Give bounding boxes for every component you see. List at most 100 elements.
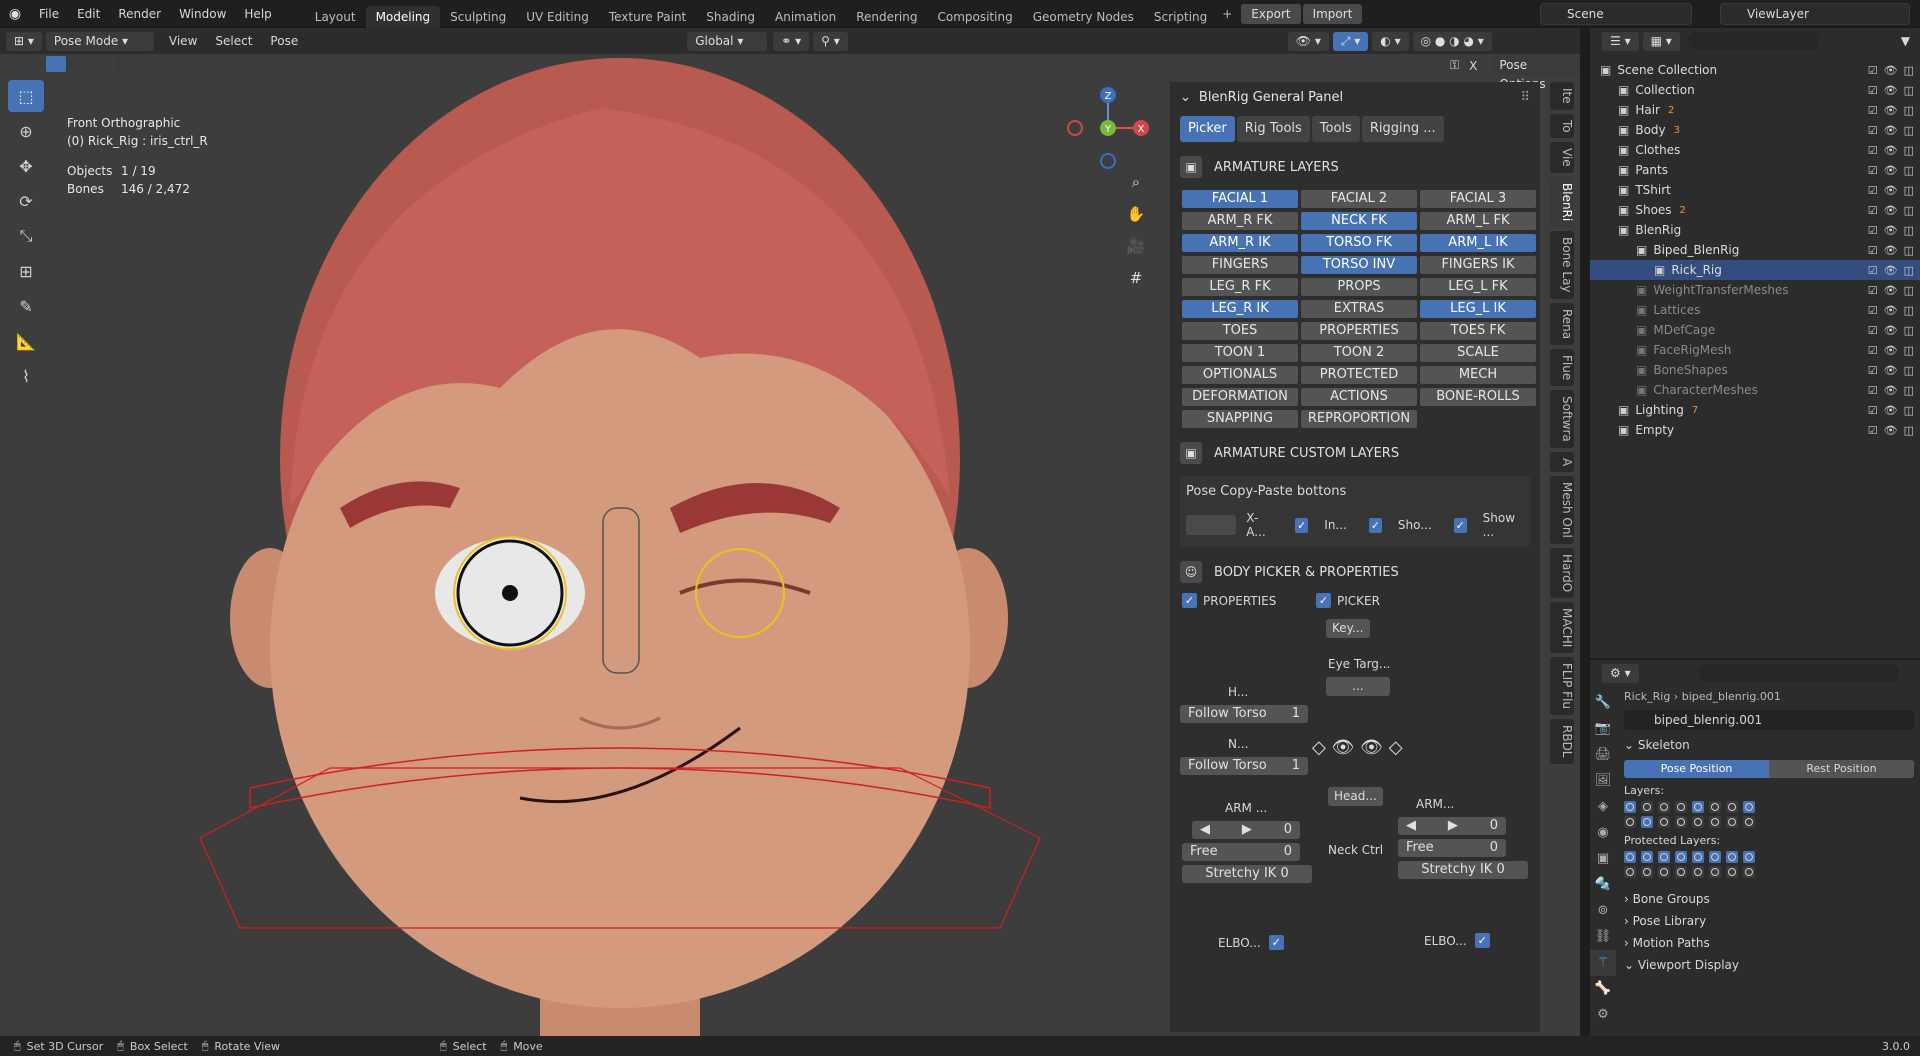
- bone-tool-icon[interactable]: ⌇: [8, 360, 44, 392]
- add-workspace-button[interactable]: +: [1217, 7, 1237, 21]
- layer-toggle[interactable]: [1743, 866, 1755, 878]
- layer-toggle[interactable]: [1726, 866, 1738, 878]
- camera-icon[interactable]: ◫: [1904, 164, 1914, 177]
- layer-button-fingers[interactable]: FINGERS: [1182, 256, 1298, 274]
- layer-button-toon-2[interactable]: TOON 2: [1301, 344, 1417, 362]
- follow-torso-neck-field[interactable]: Follow Torso 1: [1180, 757, 1308, 775]
- outliner-editor-type[interactable]: ☰ ▾: [1602, 31, 1639, 51]
- eye-icon[interactable]: 👁: [1884, 344, 1898, 357]
- eye-icon[interactable]: 👁: [1884, 164, 1898, 177]
- checkbox-icon[interactable]: ☑: [1868, 224, 1878, 237]
- outliner-row-lighting[interactable]: ▣ Lighting 7 ☑ 👁 ◫: [1590, 400, 1920, 420]
- layer-button-neck-fk[interactable]: NECK FK: [1301, 212, 1417, 230]
- outliner-row-body[interactable]: ▣ Body 3 ☑ 👁 ◫: [1590, 120, 1920, 140]
- sidebar-tab-rena[interactable]: Rena: [1550, 302, 1574, 345]
- layer-button-protected[interactable]: PROTECTED: [1301, 366, 1417, 384]
- camera-icon[interactable]: ◫: [1904, 324, 1914, 337]
- layer-button-toes[interactable]: TOES: [1182, 322, 1298, 340]
- checkbox-icon[interactable]: ☑: [1868, 284, 1878, 297]
- key-button[interactable]: Key...: [1326, 619, 1370, 638]
- copy-paste-icon[interactable]: [1186, 515, 1237, 535]
- layer-button-snapping[interactable]: SNAPPING: [1182, 410, 1298, 428]
- layer-toggle[interactable]: [1709, 801, 1721, 813]
- viewport-menu-pose[interactable]: Pose: [261, 34, 307, 48]
- physics-tab-icon[interactable]: ⊚: [1590, 898, 1616, 924]
- camera-icon[interactable]: ◫: [1904, 284, 1914, 297]
- outliner-row-weighttransfermeshes[interactable]: ▣ WeightTransferMeshes ☑ 👁 ◫: [1590, 280, 1920, 300]
- arm-right-free-field[interactable]: Free 0: [1398, 839, 1506, 857]
- outliner-row-facerigmesh[interactable]: ▣ FaceRigMesh ☑ 👁 ◫: [1590, 340, 1920, 360]
- layer-button-fingers-ik[interactable]: FINGERS IK: [1420, 256, 1536, 274]
- outliner-row-boneshapes[interactable]: ▣ BoneShapes ☑ 👁 ◫: [1590, 360, 1920, 380]
- layer-toggle[interactable]: [1624, 866, 1636, 878]
- select-new-button[interactable]: [46, 56, 66, 72]
- arrow-right-icon[interactable]: ▶: [1448, 817, 1458, 835]
- eye-icon[interactable]: 👁: [1884, 264, 1898, 277]
- blenrig-panel-header[interactable]: ⌄ BlenRig General Panel ⠿: [1170, 82, 1540, 112]
- properties-search-input[interactable]: [1698, 664, 1899, 682]
- display-mode-dropdown[interactable]: ▦ ▾: [1642, 31, 1680, 51]
- layer-toggle[interactable]: [1726, 816, 1738, 828]
- layer-toggle[interactable]: [1658, 851, 1670, 863]
- sidebar-tab-a[interactable]: A: [1550, 451, 1574, 473]
- checkbox-icon[interactable]: ☑: [1868, 84, 1878, 97]
- camera-icon[interactable]: ◫: [1904, 184, 1914, 197]
- eye-picker-icon[interactable]: ◇ 👁 👁 ◇: [1312, 737, 1403, 758]
- layer-toggle[interactable]: [1658, 801, 1670, 813]
- layer-toggle[interactable]: [1675, 816, 1687, 828]
- viewport-menu-view[interactable]: View: [160, 34, 206, 48]
- workspace-tab-uv-editing[interactable]: UV Editing: [516, 6, 599, 28]
- sidebar-tab-flip-flu[interactable]: FLIP Flu: [1550, 657, 1574, 716]
- layer-toggle[interactable]: [1692, 851, 1704, 863]
- layer-button-arm-r-ik[interactable]: ARM_R IK: [1182, 234, 1298, 252]
- head-picker-button[interactable]: Head...: [1328, 787, 1383, 806]
- eye-icon[interactable]: 👁: [1884, 204, 1898, 217]
- checkbox-icon[interactable]: ☑: [1868, 164, 1878, 177]
- checkbox-icon[interactable]: ☑: [1868, 64, 1878, 77]
- outliner-row-blenrig[interactable]: ▣ BlenRig ☑ 👁 ◫: [1590, 220, 1920, 240]
- layer-button-toes-fk[interactable]: TOES FK: [1420, 322, 1536, 340]
- elbow-right-checkbox[interactable]: ✓: [1474, 933, 1490, 948]
- pose-position-button[interactable]: Pose Position: [1624, 760, 1769, 778]
- checkbox-icon[interactable]: ☑: [1868, 104, 1878, 117]
- bone-tab-icon[interactable]: 🦴: [1590, 976, 1616, 1002]
- sidebar-tab-softwra[interactable]: Softwra: [1550, 390, 1574, 448]
- follow-torso-head-field[interactable]: Follow Torso 1: [1180, 705, 1308, 723]
- workspace-tab-animation[interactable]: Animation: [765, 6, 846, 28]
- neck-ctrl-button[interactable]: Neck Ctrl: [1328, 843, 1383, 857]
- layer-toggle[interactable]: [1641, 816, 1653, 828]
- sidebar-tab-vie[interactable]: Vie: [1550, 142, 1574, 173]
- menu-window[interactable]: Window: [170, 0, 235, 28]
- arm-left-ik-fk-slider[interactable]: ◀ ▶ 0: [1192, 821, 1300, 839]
- blenrig-tab-rig-tools[interactable]: Rig Tools: [1236, 116, 1310, 142]
- checkbox-icon[interactable]: ☑: [1868, 344, 1878, 357]
- filter-icon[interactable]: ▼: [1901, 34, 1910, 48]
- eye-icon[interactable]: 👁: [1884, 184, 1898, 197]
- outliner-search-input[interactable]: [1687, 32, 1818, 50]
- layer-button-deformation[interactable]: DEFORMATION: [1182, 388, 1298, 406]
- outliner-row-mdefcage[interactable]: ▣ MDefCage ☑ 👁 ◫: [1590, 320, 1920, 340]
- blender-logo-icon[interactable]: ◉: [0, 6, 30, 22]
- layer-button-torso-inv[interactable]: TORSO INV: [1301, 256, 1417, 274]
- checkbox-icon[interactable]: ☑: [1868, 124, 1878, 137]
- checkbox-icon[interactable]: ☑: [1868, 384, 1878, 397]
- checkbox-icon[interactable]: ☑: [1868, 304, 1878, 317]
- outliner-row-scene-collection[interactable]: ▣ Scene Collection ☑ 👁 ◫: [1590, 60, 1920, 80]
- layer-toggle[interactable]: [1675, 851, 1687, 863]
- layer-toggle[interactable]: [1709, 851, 1721, 863]
- cursor-tool-icon[interactable]: ⊕: [8, 115, 44, 147]
- menu-help[interactable]: Help: [235, 0, 280, 28]
- layer-button-toon-1[interactable]: TOON 1: [1182, 344, 1298, 362]
- workspace-tab-geometry-nodes[interactable]: Geometry Nodes: [1023, 6, 1144, 28]
- select-box-tool-icon[interactable]: ⬚: [8, 80, 44, 112]
- object-tab-icon[interactable]: ▣: [1590, 846, 1616, 872]
- layer-toggle[interactable]: [1743, 851, 1755, 863]
- rotate-tool-icon[interactable]: ⟳: [8, 185, 44, 217]
- constraint-tab-icon[interactable]: ⛓: [1590, 924, 1616, 950]
- properties-checkbox[interactable]: ✓: [1182, 593, 1197, 608]
- layer-toggle[interactable]: [1709, 866, 1721, 878]
- arm-right-ik-fk-slider[interactable]: ◀ ▶ 0: [1398, 817, 1506, 835]
- eye-icon[interactable]: 👁: [1884, 144, 1898, 157]
- workspace-tab-layout[interactable]: Layout: [305, 6, 366, 28]
- layer-button-extras[interactable]: EXTRAS: [1301, 300, 1417, 318]
